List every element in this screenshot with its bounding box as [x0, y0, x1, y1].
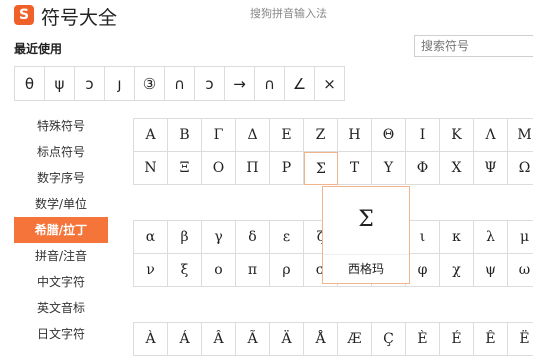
- symbol-cell[interactable]: δ: [236, 221, 270, 254]
- symbol-cell[interactable]: Ε: [270, 119, 304, 152]
- symbol-cell[interactable]: Á: [168, 323, 202, 356]
- symbol-cell[interactable]: Α: [134, 119, 168, 152]
- symbol-cell[interactable]: ν: [134, 254, 168, 287]
- sidebar-item-special[interactable]: 特殊符号: [14, 113, 108, 139]
- symbol-cell[interactable]: Η: [338, 119, 372, 152]
- symbol-cell[interactable]: χ: [440, 254, 474, 287]
- greek-uppercase-grid: Α Β Γ Δ Ε Ζ Η Θ Ι Κ Λ Μ Ν Ξ Ο Π Ρ Σ Τ Υ …: [133, 118, 533, 185]
- symbol-cell[interactable]: À: [134, 323, 168, 356]
- recent-symbol[interactable]: →: [225, 67, 255, 100]
- sidebar-item-numbering[interactable]: 数字序号: [14, 165, 108, 191]
- sidebar-item-pinyin[interactable]: 拼音/注音: [14, 243, 108, 269]
- symbol-cell[interactable]: φ: [406, 254, 440, 287]
- latin-grid: À Á Â Ã Ä Å Æ Ç È É Ê Ë: [133, 322, 533, 356]
- recent-symbol[interactable]: θ: [15, 67, 45, 100]
- recent-symbol[interactable]: ∠: [285, 67, 315, 100]
- symbol-cell[interactable]: μ: [508, 221, 533, 254]
- symbol-cell[interactable]: Ω: [508, 152, 533, 185]
- symbol-cell[interactable]: Ζ: [304, 119, 338, 152]
- sidebar-item-phonetic[interactable]: 英文音标: [14, 295, 108, 321]
- symbol-cell[interactable]: Φ: [406, 152, 440, 185]
- symbol-cell[interactable]: Ä: [270, 323, 304, 356]
- window-title: 搜狗拼音输入法: [250, 7, 327, 20]
- symbol-cell[interactable]: É: [440, 323, 474, 356]
- symbol-cell[interactable]: ι: [406, 221, 440, 254]
- recent-symbol[interactable]: ③: [135, 67, 165, 100]
- symbol-cell[interactable]: Ψ: [474, 152, 508, 185]
- symbol-cell[interactable]: Υ: [372, 152, 406, 185]
- recent-symbol[interactable]: ∩: [255, 67, 285, 100]
- symbol-cell[interactable]: λ: [474, 221, 508, 254]
- recent-symbol[interactable]: ×: [315, 67, 345, 100]
- symbol-cell[interactable]: β: [168, 221, 202, 254]
- symbol-cell[interactable]: Ρ: [270, 152, 304, 185]
- title-bar: S 符号大全 搜狗拼音输入法: [0, 0, 533, 30]
- symbol-cell[interactable]: π: [236, 254, 270, 287]
- symbol-cell[interactable]: ε: [270, 221, 304, 254]
- sidebar-item-punctuation[interactable]: 标点符号: [14, 139, 108, 165]
- symbol-cell[interactable]: Ç: [372, 323, 406, 356]
- symbol-cell[interactable]: Ë: [508, 323, 533, 356]
- symbol-cell[interactable]: Θ: [372, 119, 406, 152]
- symbol-cell[interactable]: κ: [440, 221, 474, 254]
- symbol-cell[interactable]: Χ: [440, 152, 474, 185]
- sidebar-item-japanese[interactable]: 日文字符: [14, 321, 108, 347]
- symbol-cell[interactable]: ξ: [168, 254, 202, 287]
- symbol-cell[interactable]: ψ: [474, 254, 508, 287]
- symbol-cell[interactable]: Λ: [474, 119, 508, 152]
- symbol-cell[interactable]: Ã: [236, 323, 270, 356]
- app-title: 符号大全: [41, 7, 118, 29]
- symbol-cell[interactable]: Â: [202, 323, 236, 356]
- symbol-cell[interactable]: Δ: [236, 119, 270, 152]
- symbol-cell[interactable]: Ι: [406, 119, 440, 152]
- symbol-cell[interactable]: Ν: [134, 152, 168, 185]
- recent-symbol[interactable]: ↄ: [195, 67, 225, 100]
- symbol-cell[interactable]: α: [134, 221, 168, 254]
- recent-symbol[interactable]: ȷ: [105, 67, 135, 100]
- symbol-cell[interactable]: γ: [202, 221, 236, 254]
- sidebar-item-chinese[interactable]: 中文字符: [14, 269, 108, 295]
- sogou-logo-icon: S: [14, 5, 34, 25]
- symbol-cell-selected[interactable]: Σ: [304, 152, 338, 185]
- symbol-cell[interactable]: Ο: [202, 152, 236, 185]
- symbol-cell[interactable]: Κ: [440, 119, 474, 152]
- recent-label: 最近使用: [14, 42, 63, 56]
- symbol-cell[interactable]: ρ: [270, 254, 304, 287]
- recent-symbols: θ ψ ↄ ȷ ③ ∩ ↄ → ∩ ∠ ×: [14, 66, 345, 101]
- recent-symbol[interactable]: ∩: [165, 67, 195, 100]
- symbol-cell[interactable]: Æ: [338, 323, 372, 356]
- search-input[interactable]: [421, 39, 531, 53]
- sidebar-item-greek-latin[interactable]: 希腊/拉丁: [14, 217, 108, 243]
- symbol-cell[interactable]: Ξ: [168, 152, 202, 185]
- symbol-preview-tooltip: Σ 西格玛: [322, 186, 410, 284]
- symbol-cell[interactable]: Μ: [508, 119, 533, 152]
- symbol-cell[interactable]: Γ: [202, 119, 236, 152]
- symbol-cell[interactable]: ο: [202, 254, 236, 287]
- recent-symbol[interactable]: ψ: [45, 67, 75, 100]
- symbol-cell[interactable]: ω: [508, 254, 533, 287]
- recent-symbol[interactable]: ↄ: [75, 67, 105, 100]
- search-box[interactable]: [414, 35, 533, 57]
- symbol-cell[interactable]: Ê: [474, 323, 508, 356]
- symbol-cell[interactable]: Π: [236, 152, 270, 185]
- symbol-cell[interactable]: Å: [304, 323, 338, 356]
- symbol-cell[interactable]: È: [406, 323, 440, 356]
- tooltip-symbol: Σ: [358, 207, 374, 232]
- category-sidebar: 特殊符号 标点符号 数字序号 数学/单位 希腊/拉丁 拼音/注音 中文字符 英文…: [14, 113, 108, 347]
- tooltip-symbol-name: 西格玛: [323, 254, 409, 283]
- sidebar-item-math-units[interactable]: 数学/单位: [14, 191, 108, 217]
- symbol-cell[interactable]: Β: [168, 119, 202, 152]
- symbol-cell[interactable]: Τ: [338, 152, 372, 185]
